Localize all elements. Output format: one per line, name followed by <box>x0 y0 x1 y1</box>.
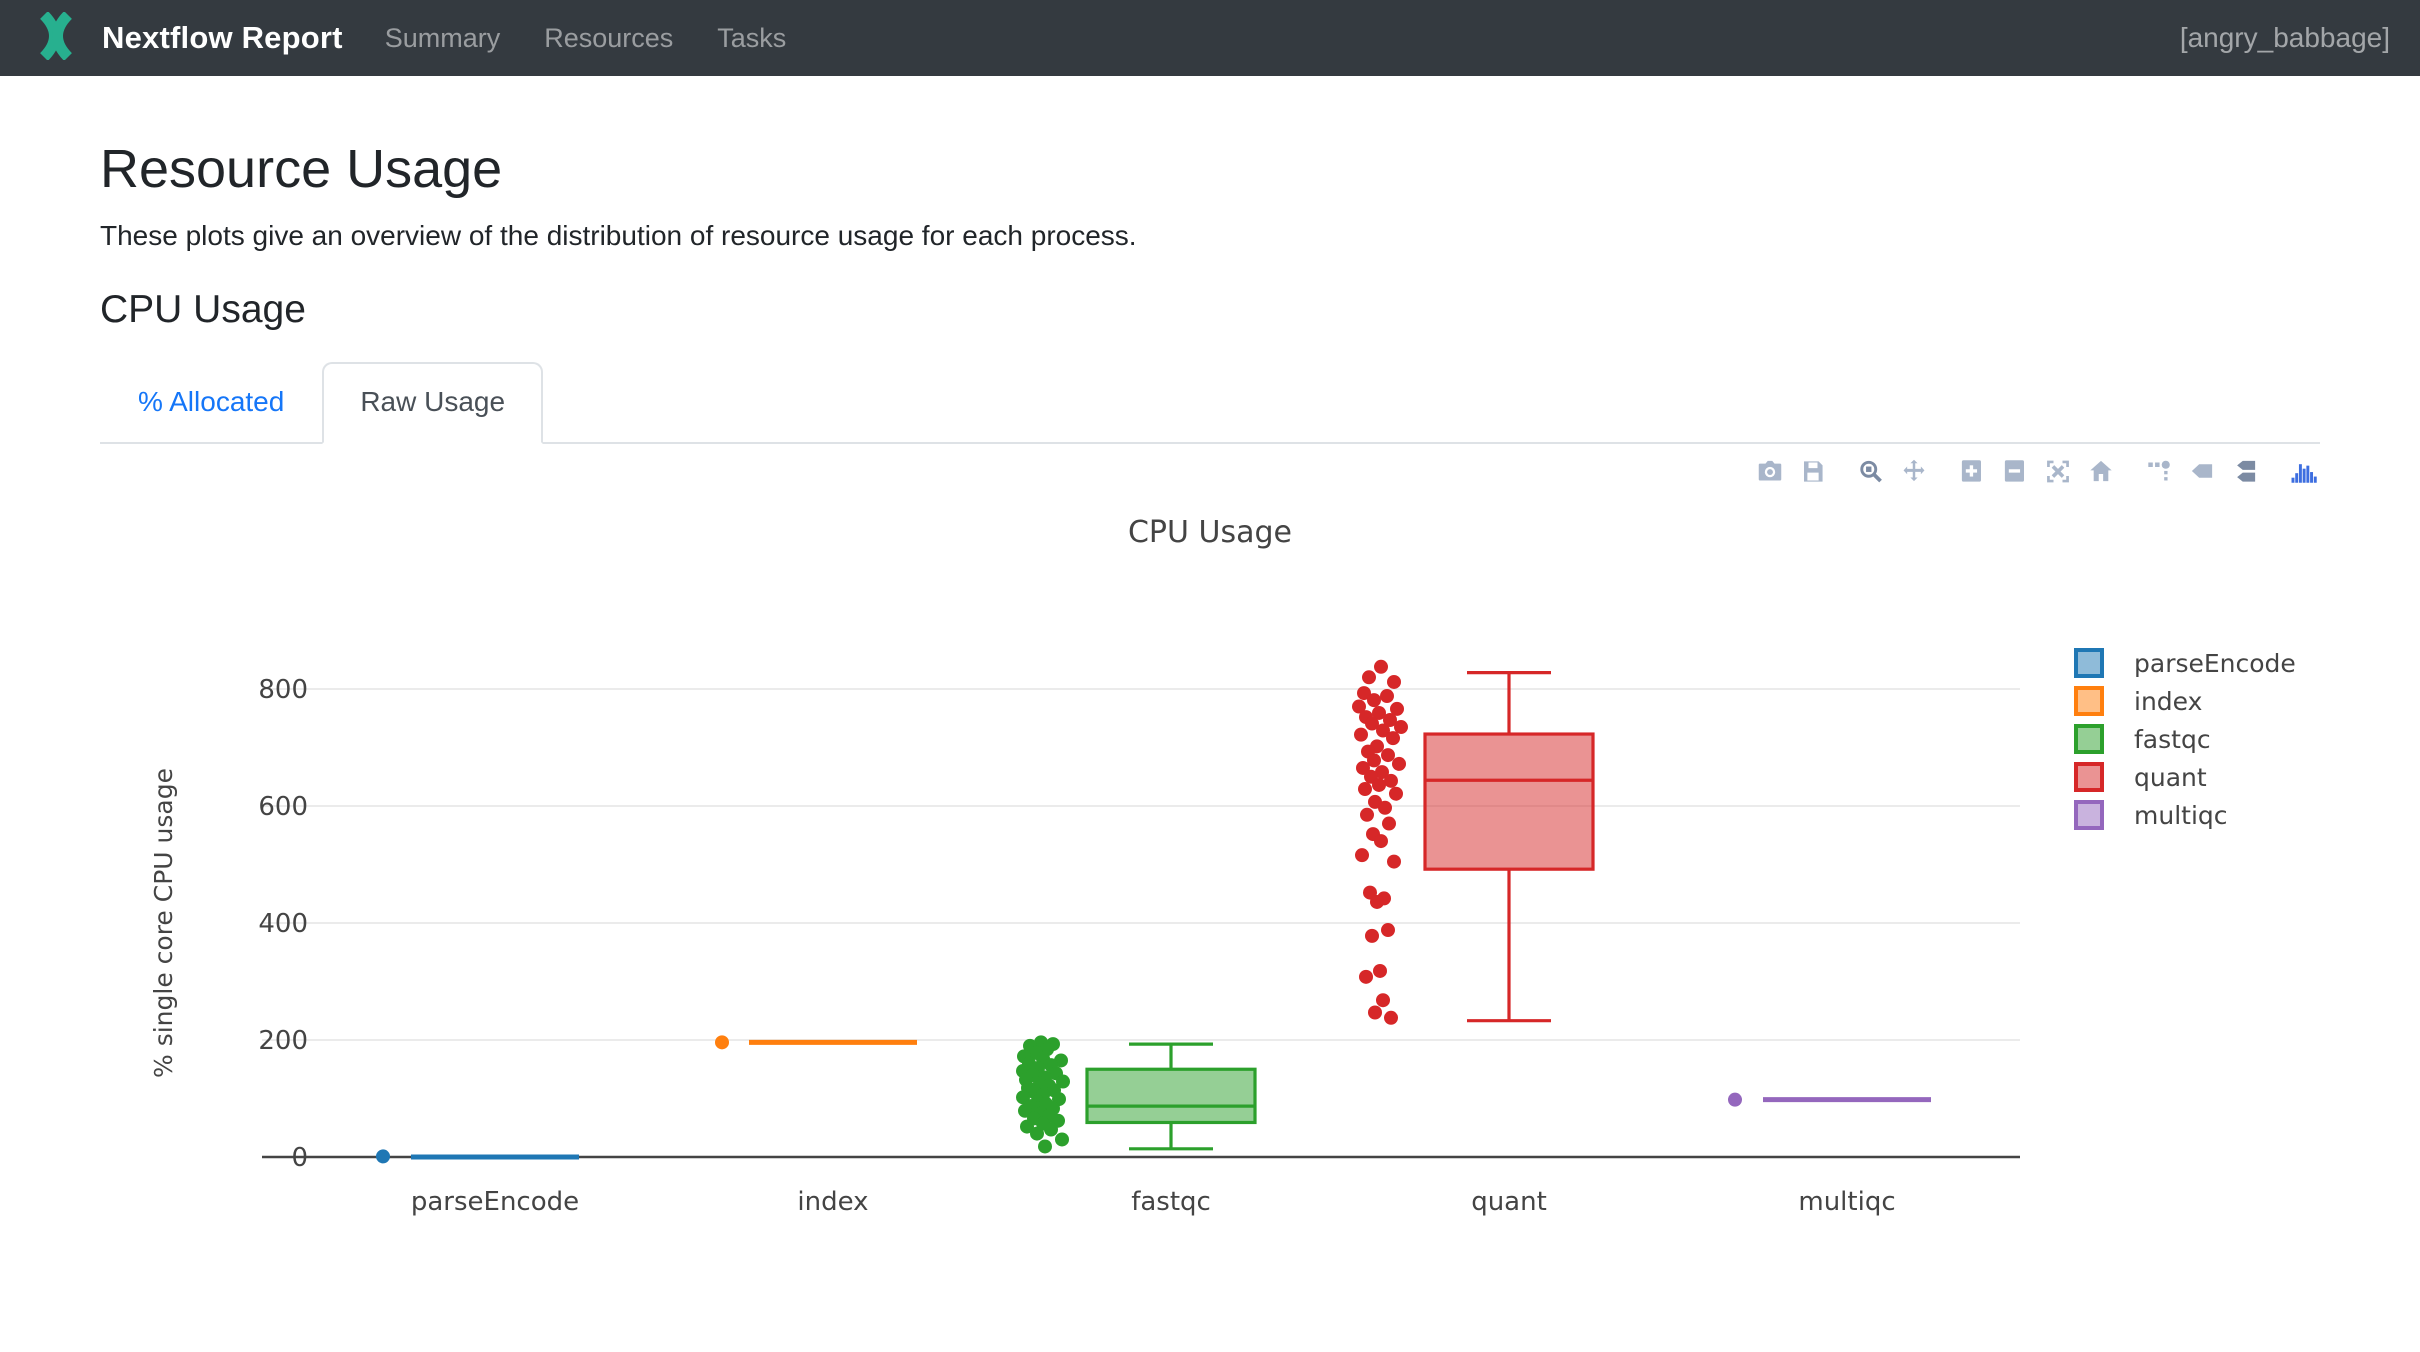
y-tick-label: 600 <box>258 792 308 822</box>
nextflow-logo-icon <box>30 12 82 65</box>
box-trace-multiqc[interactable] <box>1728 1093 1931 1107</box>
legend: parseEncode index fastqc quant multiqc <box>2076 649 2296 830</box>
data-point <box>1358 782 1372 796</box>
x-tick-label-fastqc: fastqc <box>1131 1187 1211 1217</box>
legend-item-quant[interactable]: quant <box>2076 763 2207 792</box>
data-point <box>1381 748 1395 762</box>
y-tick-label: 800 <box>258 675 308 705</box>
navbar-brand[interactable]: Nextflow Report <box>30 12 343 65</box>
legend-swatch <box>2076 802 2102 828</box>
data-point <box>1055 1132 1069 1146</box>
data-point <box>1381 923 1395 937</box>
tab-percent-allocated[interactable]: % Allocated <box>100 362 322 442</box>
data-point <box>1044 1123 1058 1137</box>
data-point <box>1387 855 1401 869</box>
data-point <box>1368 1006 1382 1020</box>
x-tick-label-index: index <box>797 1187 868 1217</box>
legend-label: multiqc <box>2134 801 2228 830</box>
data-point <box>1384 1011 1398 1025</box>
data-point <box>1355 848 1369 862</box>
cpu-usage-chart-panel: 0 200 400 600 800 % single core CPU usage CPU … <box>0 444 2420 1308</box>
data-point <box>1365 929 1379 943</box>
data-point <box>1362 670 1376 684</box>
legend-label: fastqc <box>2134 725 2211 754</box>
data-point <box>1373 964 1387 978</box>
y-tick-label: 400 <box>258 909 308 939</box>
data-point <box>1030 1127 1044 1141</box>
cpu-usage-tabs: % Allocated Raw Usage <box>100 362 2320 444</box>
legend-swatch <box>2076 688 2102 714</box>
legend-item-parseEncode[interactable]: parseEncode <box>2076 649 2296 678</box>
data-point <box>1384 774 1398 788</box>
data-point <box>1386 731 1400 745</box>
data-point <box>1378 801 1392 815</box>
legend-item-index[interactable]: index <box>2076 687 2202 716</box>
data-point <box>1728 1093 1742 1107</box>
data-point <box>1387 675 1401 689</box>
box <box>1425 734 1593 869</box>
data-point <box>715 1035 729 1049</box>
y-tick-label: 200 <box>258 1026 308 1056</box>
x-tick-label-multiqc: multiqc <box>1798 1187 1895 1217</box>
y-axis-title: % single core CPU usage <box>149 768 178 1078</box>
data-point <box>1372 778 1386 792</box>
data-point <box>1389 787 1403 801</box>
chart-title: CPU Usage <box>1128 515 1292 550</box>
cpu-usage-box-plot[interactable]: 0 200 400 600 800 % single core CPU usage CPU … <box>0 444 2420 1308</box>
navbar: Nextflow Report Summary Resources Tasks … <box>0 0 2420 76</box>
x-tick-label-parseEncode: parseEncode <box>411 1187 579 1217</box>
data-point <box>1367 693 1381 707</box>
legend-label: index <box>2134 687 2202 716</box>
data-point <box>1038 1139 1052 1153</box>
legend-swatch <box>2076 726 2102 752</box>
legend-swatch <box>2076 764 2102 790</box>
data-point <box>1380 689 1394 703</box>
page-title: Resource Usage <box>100 138 2320 200</box>
nav-item-resources[interactable]: Resources <box>544 23 673 54</box>
data-point <box>1374 660 1388 674</box>
legend-label: quant <box>2134 763 2207 792</box>
x-tick-label-quant: quant <box>1471 1187 1547 1217</box>
section-title-cpu-usage: CPU Usage <box>100 288 2320 332</box>
data-point <box>1359 970 1373 984</box>
page-subtitle: These plots give an overview of the dist… <box>100 220 2320 252</box>
main-content: Resource Usage These plots give an overv… <box>0 138 2420 1308</box>
data-point <box>1392 757 1406 771</box>
legend-label: parseEncode <box>2134 649 2296 678</box>
nav-item-tasks[interactable]: Tasks <box>717 23 786 54</box>
app-title: Nextflow Report <box>102 20 343 56</box>
box-trace-quant[interactable] <box>1352 660 1593 1025</box>
data-point <box>1360 808 1374 822</box>
data-point <box>1376 993 1390 1007</box>
navbar-links: Summary Resources Tasks <box>385 23 787 54</box>
data-point <box>1382 817 1396 831</box>
data-point <box>1354 728 1368 742</box>
run-name: [angry_babbage] <box>2180 22 2390 54</box>
box-trace-fastqc[interactable] <box>1016 1035 1255 1153</box>
nav-item-summary[interactable]: Summary <box>385 23 501 54</box>
data-point <box>1374 834 1388 848</box>
legend-item-multiqc[interactable]: multiqc <box>2076 801 2228 830</box>
y-tick-label: 0 <box>291 1143 308 1173</box>
legend-item-fastqc[interactable]: fastqc <box>2076 725 2211 754</box>
box <box>1087 1069 1255 1122</box>
tab-raw-usage[interactable]: Raw Usage <box>322 362 543 444</box>
legend-swatch <box>2076 650 2102 676</box>
box-trace-index[interactable] <box>715 1035 917 1049</box>
data-point <box>376 1149 390 1163</box>
data-point <box>1370 895 1384 909</box>
